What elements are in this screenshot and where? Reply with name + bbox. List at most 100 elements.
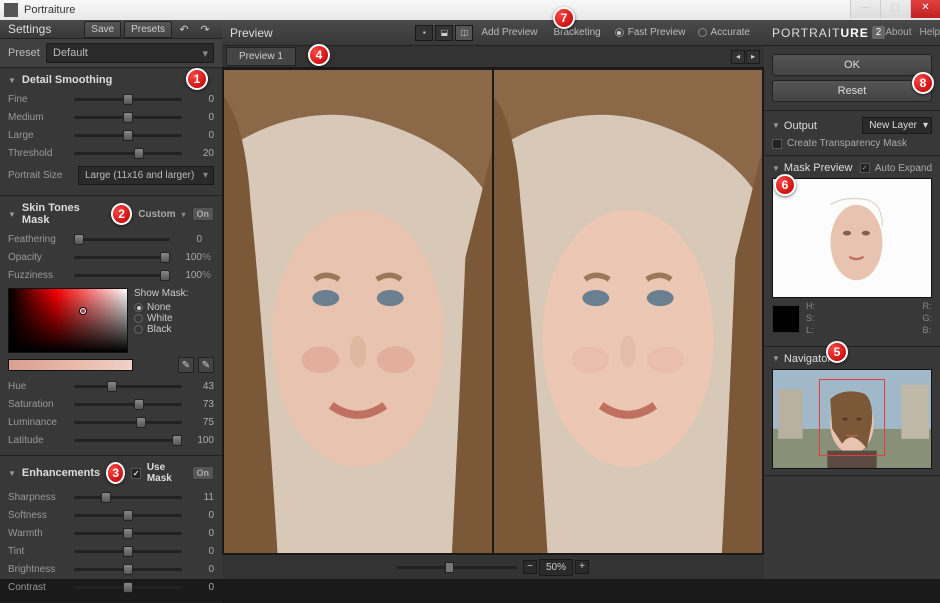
output-dropdown[interactable]: New Layer [862, 117, 932, 134]
window-title: Portraiture [24, 4, 75, 16]
show-mask-radio[interactable]: Black [134, 324, 188, 335]
app-icon [4, 3, 18, 17]
slider-track[interactable] [74, 385, 182, 388]
slider-label: Contrast [8, 582, 68, 593]
slider-track[interactable] [74, 586, 182, 589]
slider-track[interactable] [74, 514, 182, 517]
eyedropper-minus-icon[interactable]: ✎ [198, 357, 214, 373]
skin-tone-swatch[interactable] [8, 359, 133, 371]
slider-track[interactable] [74, 152, 182, 155]
slider-track[interactable] [74, 274, 170, 277]
slider-track[interactable] [74, 256, 170, 259]
callout-5: 5 [826, 341, 848, 363]
slider-value: 0 [188, 94, 214, 105]
color-gradient-picker[interactable] [8, 288, 128, 353]
callout-8: 8 [912, 72, 934, 94]
collapse-icon[interactable]: ▼ [8, 469, 16, 478]
h-label: H: [806, 302, 815, 312]
use-mask-checkbox[interactable]: ✓ [131, 468, 141, 479]
bracketing-button[interactable]: Bracketing [545, 27, 608, 38]
skin-tones-title: Skin Tones Mask [22, 202, 107, 226]
undo-icon[interactable]: ↶ [175, 20, 193, 38]
callout-4: 4 [308, 44, 330, 66]
minimize-button[interactable]: — [850, 0, 880, 18]
save-button[interactable]: Save [84, 21, 121, 38]
help-link[interactable]: Help [920, 27, 940, 38]
add-preview-button[interactable]: Add Preview [473, 27, 545, 38]
maximize-button[interactable]: ▢ [880, 0, 910, 18]
s-label: S: [806, 314, 815, 324]
slider-value: 100 [176, 252, 202, 263]
zoom-slider[interactable] [397, 566, 517, 569]
slider-label: Saturation [8, 399, 68, 410]
redo-icon[interactable]: ↷ [196, 20, 214, 38]
fast-preview-radio[interactable]: Fast Preview [609, 27, 692, 38]
show-mask-label: Show Mask: [134, 288, 188, 299]
mask-preview-image [772, 178, 932, 298]
slider-track[interactable] [74, 439, 182, 442]
slider-track[interactable] [74, 98, 182, 101]
view-split-h-button[interactable]: ⬓ [435, 25, 453, 41]
about-link[interactable]: About [885, 27, 911, 38]
slider-value: 0 [188, 564, 214, 575]
slider-track[interactable] [74, 550, 182, 553]
slider-label: Opacity [8, 252, 68, 263]
collapse-icon[interactable]: ▼ [8, 210, 16, 219]
slider-value: 75 [188, 417, 214, 428]
mask-on-toggle[interactable]: On [192, 207, 215, 221]
slider-label: Large [8, 130, 68, 141]
tab-left-button[interactable]: ◂ [731, 50, 745, 64]
settings-header: Settings [8, 22, 81, 36]
slider-track[interactable] [74, 496, 182, 499]
mask-mode-dropdown[interactable]: Custom [138, 209, 175, 220]
detail-smoothing-title: Detail Smoothing [22, 74, 112, 86]
show-mask-radio[interactable]: None [134, 302, 188, 313]
reset-button[interactable]: Reset [772, 80, 932, 102]
zoom-value[interactable]: 50% [539, 559, 573, 576]
enhance-on-toggle[interactable]: On [192, 466, 215, 480]
slider-track[interactable] [74, 568, 182, 571]
slider-label: Luminance [8, 417, 68, 428]
show-mask-radio[interactable]: White [134, 313, 188, 324]
slider-label: Warmth [8, 528, 68, 539]
slider-label: Tint [8, 546, 68, 557]
sample-swatch [772, 305, 800, 333]
collapse-icon[interactable]: ▼ [772, 164, 780, 173]
close-button[interactable]: ✕ [910, 0, 940, 18]
slider-track[interactable] [74, 532, 182, 535]
accurate-radio[interactable]: Accurate [692, 27, 756, 38]
presets-button[interactable]: Presets [124, 21, 172, 38]
transparency-checkbox[interactable] [772, 139, 782, 149]
preset-dropdown[interactable]: Default [46, 43, 214, 63]
slider-track[interactable] [74, 421, 182, 424]
slider-track[interactable] [74, 134, 182, 137]
tab-right-button[interactable]: ▸ [746, 50, 760, 64]
collapse-icon[interactable]: ▼ [772, 121, 780, 130]
version-badge: 2 [872, 26, 886, 39]
slider-label: Fuzziness [8, 270, 68, 281]
navigator-thumbnail[interactable] [772, 369, 932, 469]
preview-after[interactable] [494, 70, 762, 553]
slider-track[interactable] [74, 403, 182, 406]
preview-before[interactable] [224, 70, 492, 553]
view-single-button[interactable]: ▪ [415, 25, 433, 41]
eyedropper-icon[interactable]: ✎ [178, 357, 194, 373]
view-split-v-button[interactable]: ◫ [455, 25, 473, 41]
r-label: R: [922, 302, 932, 312]
slider-label: Fine [8, 94, 68, 105]
slider-track[interactable] [74, 116, 182, 119]
collapse-icon[interactable]: ▼ [772, 354, 780, 363]
slider-value: 73 [188, 399, 214, 410]
settings-panel: Settings Save Presets ↶ ↷ Preset Default… [0, 20, 222, 579]
collapse-icon[interactable]: ▼ [8, 76, 16, 85]
portrait-size-dropdown[interactable]: Large (11x16 and larger) [78, 166, 214, 185]
zoom-out-button[interactable]: − [523, 560, 537, 574]
use-mask-label: Use Mask [147, 462, 186, 484]
navigator-label: Navigator [784, 353, 831, 365]
slider-track[interactable] [74, 238, 170, 241]
auto-expand-checkbox[interactable]: ✓ [860, 163, 870, 173]
l-label: L: [806, 326, 815, 336]
zoom-in-button[interactable]: + [575, 560, 589, 574]
ok-button[interactable]: OK [772, 54, 932, 76]
preview-tab[interactable]: Preview 1 [226, 47, 296, 66]
